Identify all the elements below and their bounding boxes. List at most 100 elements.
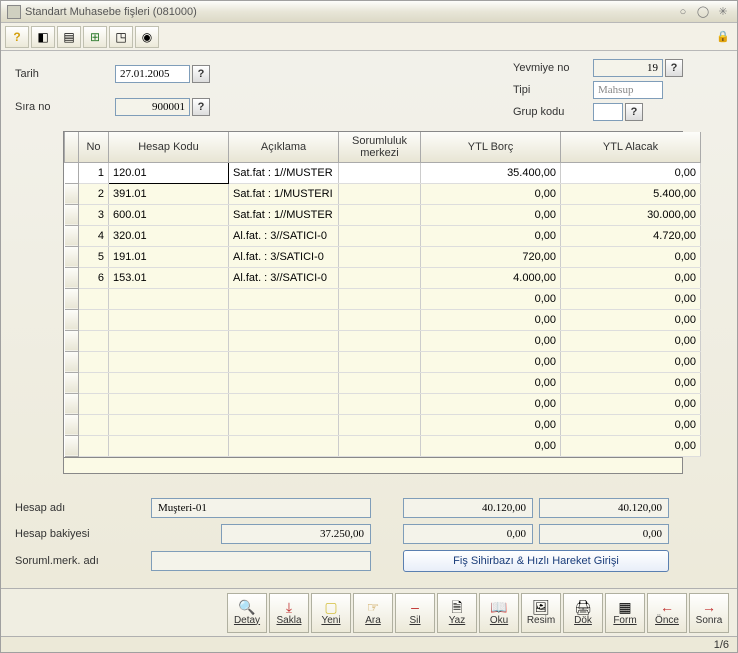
row-selector[interactable] — [65, 393, 79, 414]
cell-aciklama[interactable] — [229, 330, 339, 351]
cell-hesap[interactable]: 153.01 — [109, 267, 229, 288]
cell-hesap[interactable]: 320.01 — [109, 225, 229, 246]
cell-hesap[interactable]: 391.01 — [109, 183, 229, 204]
table-row[interactable]: 4320.01Al.fat. : 3//SATICI-00,004.720,00 — [65, 225, 701, 246]
cell-no[interactable]: 4 — [79, 225, 109, 246]
yevmiye-lookup-button[interactable]: ? — [665, 59, 683, 77]
close-icon[interactable]: ✳ — [715, 4, 731, 20]
cell-aciklama[interactable]: Al.fat. : 3/SATICI-0 — [229, 246, 339, 267]
cell-borc[interactable]: 0,00 — [421, 393, 561, 414]
cell-alacak[interactable]: 30.000,00 — [561, 204, 701, 225]
yevmiye-input[interactable] — [593, 59, 663, 77]
grup-input[interactable] — [593, 103, 623, 121]
cell-alacak[interactable]: 0,00 — [561, 372, 701, 393]
ara-button[interactable]: ☞Ara — [353, 593, 393, 633]
row-selector[interactable] — [65, 288, 79, 309]
col-borc[interactable]: YTL Borç — [421, 132, 561, 162]
table-row[interactable]: 0,000,00 — [65, 330, 701, 351]
cell-sorumluluk[interactable] — [339, 330, 421, 351]
row-selector[interactable] — [65, 309, 79, 330]
yeni-button[interactable]: ▢Yeni — [311, 593, 351, 633]
cell-hesap[interactable] — [109, 309, 229, 330]
cell-no[interactable] — [79, 393, 109, 414]
table-row[interactable]: 2391.01Sat.fat : 1/MUSTERI0,005.400,00 — [65, 183, 701, 204]
cell-no[interactable] — [79, 372, 109, 393]
tool-btn-2[interactable]: ◧ — [31, 26, 55, 48]
table-row[interactable]: 0,000,00 — [65, 393, 701, 414]
dok-button[interactable]: 🖨Dök — [563, 593, 603, 633]
cell-alacak[interactable]: 5.400,00 — [561, 183, 701, 204]
cell-sorumluluk[interactable] — [339, 162, 421, 183]
table-row[interactable]: 0,000,00 — [65, 414, 701, 435]
cell-borc[interactable]: 4.000,00 — [421, 267, 561, 288]
cell-sorumluluk[interactable] — [339, 183, 421, 204]
cell-no[interactable] — [79, 351, 109, 372]
cell-borc[interactable]: 720,00 — [421, 246, 561, 267]
grup-lookup-button[interactable]: ? — [625, 103, 643, 121]
table-row[interactable]: 0,000,00 — [65, 372, 701, 393]
cell-no[interactable] — [79, 309, 109, 330]
cell-no[interactable]: 2 — [79, 183, 109, 204]
row-selector[interactable] — [65, 204, 79, 225]
tool-btn-6[interactable]: ◉ — [135, 26, 159, 48]
table-row[interactable]: 0,000,00 — [65, 309, 701, 330]
col-sorumluluk[interactable]: Sorumluluk merkezi — [339, 132, 421, 162]
cell-alacak[interactable]: 0,00 — [561, 309, 701, 330]
cell-alacak[interactable]: 0,00 — [561, 288, 701, 309]
cell-sorumluluk[interactable] — [339, 204, 421, 225]
row-selector[interactable] — [65, 351, 79, 372]
cell-borc[interactable]: 0,00 — [421, 309, 561, 330]
cell-hesap[interactable] — [109, 330, 229, 351]
sirano-input[interactable] — [115, 98, 190, 116]
cell-hesap[interactable]: 600.01 — [109, 204, 229, 225]
form-button[interactable]: ▦Form — [605, 593, 645, 633]
cell-aciklama[interactable] — [229, 351, 339, 372]
cell-sorumluluk[interactable] — [339, 372, 421, 393]
minimize-icon[interactable]: ○ — [675, 4, 691, 20]
cell-aciklama[interactable]: Sat.fat : 1//MUSTER — [229, 204, 339, 225]
cell-alacak[interactable]: 0,00 — [561, 435, 701, 456]
entries-grid[interactable]: No Hesap Kodu Açıklama Sorumluluk merkez… — [63, 131, 683, 474]
cell-aciklama[interactable] — [229, 372, 339, 393]
row-selector[interactable] — [65, 183, 79, 204]
cell-aciklama[interactable] — [229, 393, 339, 414]
cell-sorumluluk[interactable] — [339, 393, 421, 414]
cell-alacak[interactable]: 4.720,00 — [561, 225, 701, 246]
row-selector[interactable] — [65, 246, 79, 267]
cell-aciklama[interactable]: Al.fat. : 3//SATICI-0 — [229, 267, 339, 288]
cell-borc[interactable]: 0,00 — [421, 204, 561, 225]
cell-sorumluluk[interactable] — [339, 288, 421, 309]
cell-no[interactable] — [79, 288, 109, 309]
cell-hesap[interactable] — [109, 372, 229, 393]
tool-btn-5[interactable]: ◳ — [109, 26, 133, 48]
cell-sorumluluk[interactable] — [339, 435, 421, 456]
cell-aciklama[interactable] — [229, 435, 339, 456]
cell-no[interactable] — [79, 414, 109, 435]
cell-hesap[interactable] — [109, 351, 229, 372]
row-selector[interactable] — [65, 225, 79, 246]
cell-borc[interactable]: 0,00 — [421, 330, 561, 351]
cell-alacak[interactable]: 0,00 — [561, 330, 701, 351]
sirano-lookup-button[interactable]: ? — [192, 98, 210, 116]
table-row[interactable]: 0,000,00 — [65, 435, 701, 456]
row-selector[interactable] — [65, 414, 79, 435]
cell-aciklama[interactable] — [229, 288, 339, 309]
sonra-button[interactable]: →Sonra — [689, 593, 729, 633]
cell-hesap[interactable] — [109, 393, 229, 414]
resim-button[interactable]: 🖼Resim — [521, 593, 561, 633]
cell-alacak[interactable]: 0,00 — [561, 162, 701, 183]
cell-borc[interactable]: 0,00 — [421, 435, 561, 456]
cell-no[interactable]: 6 — [79, 267, 109, 288]
table-row[interactable]: 6153.01Al.fat. : 3//SATICI-04.000,000,00 — [65, 267, 701, 288]
lock-icon[interactable]: 🔒 — [713, 27, 733, 47]
cell-aciklama[interactable]: Sat.fat : 1//MUSTER — [229, 162, 339, 183]
help-button[interactable]: ? — [5, 26, 29, 48]
col-hesap[interactable]: Hesap Kodu — [109, 132, 229, 162]
cell-alacak[interactable]: 0,00 — [561, 414, 701, 435]
cell-borc[interactable]: 0,00 — [421, 351, 561, 372]
cell-sorumluluk[interactable] — [339, 225, 421, 246]
row-selector[interactable] — [65, 435, 79, 456]
col-no[interactable]: No — [79, 132, 109, 162]
cell-hesap[interactable] — [109, 288, 229, 309]
cell-hesap[interactable]: 191.01 — [109, 246, 229, 267]
